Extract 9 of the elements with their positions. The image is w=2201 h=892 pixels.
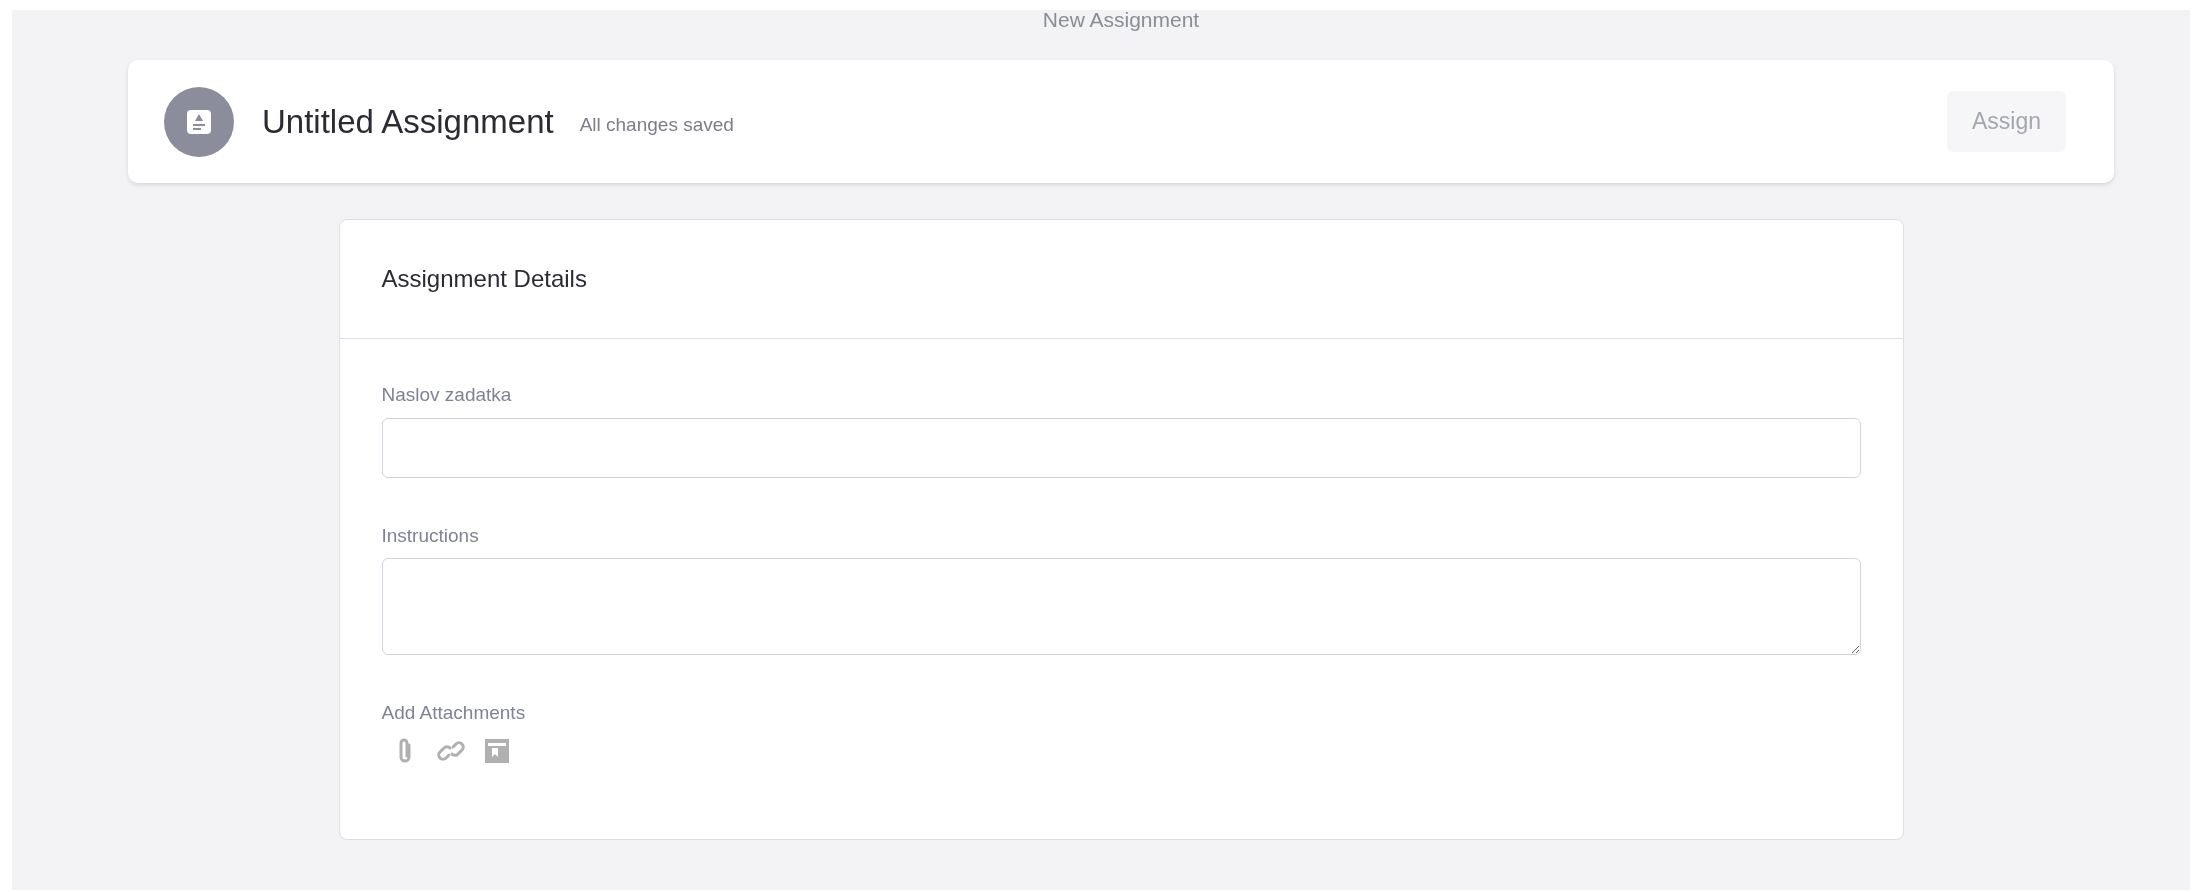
save-status: All changes saved xyxy=(579,113,734,138)
page-title: New Assignment xyxy=(1042,8,1200,31)
title-field[interactable] xyxy=(381,417,1861,478)
attachments-label: Add Attachments xyxy=(381,701,527,725)
instructions-field[interactable] xyxy=(381,558,1861,655)
assignment-title: Untitled Assignment xyxy=(262,101,554,142)
card-title: Assignment Details xyxy=(381,264,587,294)
field-label: Naslov zadatka xyxy=(381,383,513,407)
field-label: Instructions xyxy=(381,523,480,548)
